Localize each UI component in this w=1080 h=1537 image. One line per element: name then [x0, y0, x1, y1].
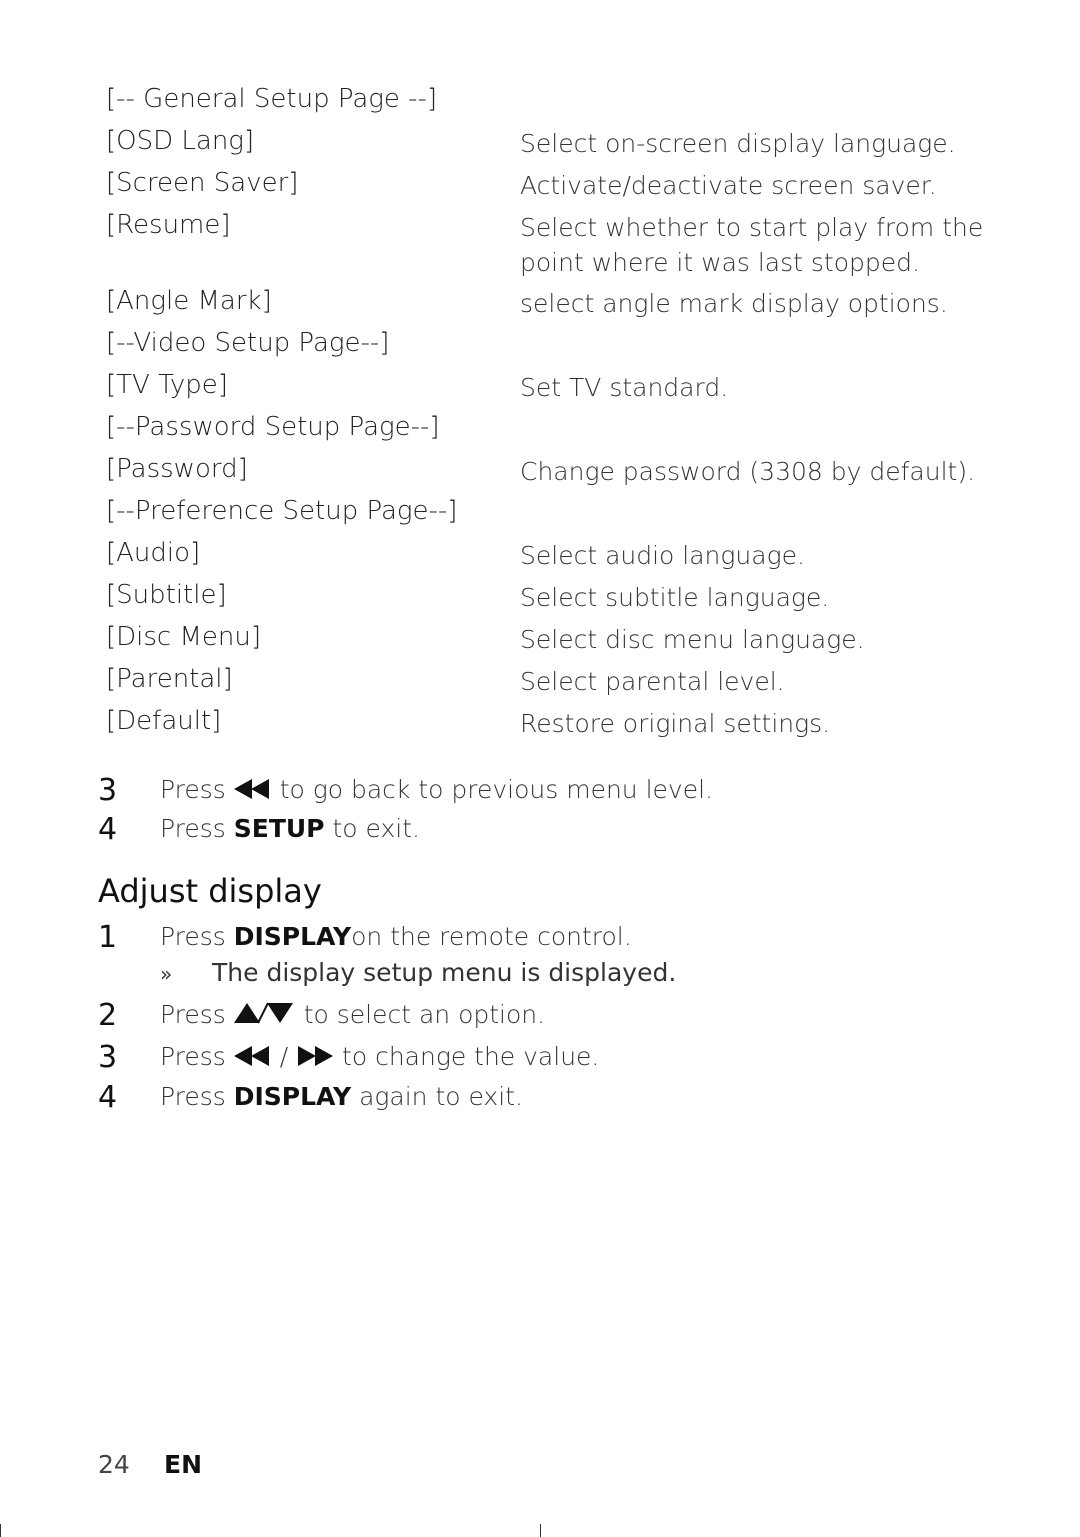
- step-number: 3: [98, 1040, 118, 1075]
- setting-term: [Password]: [106, 454, 248, 484]
- step-text: Press SETUP to exit.: [160, 814, 420, 843]
- step-number: 3: [98, 773, 118, 808]
- setting-term: [Disc Menu]: [106, 622, 262, 652]
- setting-term: [Screen Saver]: [106, 168, 299, 198]
- setting-term: [OSD Lang]: [106, 126, 255, 156]
- section-heading-video: [--Video Setup Page--]: [106, 328, 390, 358]
- setting-desc: Select on-screen display language.: [520, 129, 956, 158]
- page-footer: 24 EN: [98, 1450, 202, 1479]
- step-number: 4: [98, 812, 118, 847]
- step-item: 4 Press DISPLAY again to exit.: [98, 1080, 1078, 1120]
- step-text-post: on the remote control.: [351, 922, 632, 951]
- table-row: [--Preference Setup Page--]: [0, 496, 1080, 536]
- setting-term: [Angle Mark]: [106, 286, 272, 316]
- table-row: [OSD Lang] Select on-screen display lang…: [0, 126, 1080, 166]
- table-row: [TV Type] Set TV standard.: [0, 370, 1080, 410]
- step-text-post: to select an option.: [295, 1000, 546, 1029]
- button-name: SETUP: [233, 814, 325, 843]
- step-text: Press DISPLAYon the remote control.: [160, 922, 632, 951]
- setting-term: [Subtitle]: [106, 580, 227, 610]
- table-row: [Password] Change password (3308 by defa…: [0, 454, 1080, 494]
- setting-term: [Audio]: [106, 538, 201, 568]
- setting-desc: Activate/deactivate screen saver.: [520, 171, 937, 200]
- step-text-post: again to exit.: [351, 1082, 523, 1111]
- section-heading-preference: [--Preference Setup Page--]: [106, 496, 458, 526]
- step-text: Press / to change the value.: [160, 1042, 599, 1073]
- language-code: EN: [164, 1450, 203, 1479]
- table-row: [Default] Restore original settings.: [0, 706, 1080, 746]
- step-text-post: to go back to previous menu level.: [271, 775, 713, 804]
- setting-desc: Select disc menu language.: [520, 625, 865, 654]
- rewind-icon: [233, 1044, 272, 1073]
- table-row: [Audio] Select audio language.: [0, 538, 1080, 578]
- step-item: 3 Press / to change the value.: [98, 1040, 1078, 1080]
- step-item: 4 Press SETUP to exit.: [98, 812, 1078, 852]
- table-row: [Resume] Select whether to start play fr…: [0, 210, 1080, 277]
- table-row: [--Password Setup Page--]: [0, 412, 1080, 452]
- result-arrow-icon: »: [160, 962, 173, 986]
- step-number: 2: [98, 998, 118, 1033]
- section-heading-password: [--Password Setup Page--]: [106, 412, 440, 442]
- step-text-post: to change the value.: [334, 1042, 600, 1071]
- setting-desc: Change password (3308 by default).: [520, 457, 976, 486]
- step-text-pre: Press: [160, 814, 234, 843]
- button-name: DISPLAY: [233, 922, 352, 951]
- setting-desc: Select whether to start play from the: [520, 213, 984, 242]
- setting-term: [Parental]: [106, 664, 233, 694]
- step-text: Press DISPLAY again to exit.: [160, 1082, 523, 1111]
- step-item: 2 Press to select an option.: [98, 998, 1078, 1038]
- crop-mark: [0, 1524, 1, 1537]
- step-text-post: to exit.: [324, 814, 420, 843]
- result-text: The display setup menu is displayed.: [212, 958, 677, 987]
- table-row: [Angle Mark] select angle mark display o…: [0, 286, 1080, 326]
- section-heading-adjust-display: Adjust display: [98, 872, 322, 910]
- button-name: DISPLAY: [233, 1082, 352, 1111]
- crop-mark: [540, 1524, 541, 1537]
- step-number: 1: [98, 920, 118, 955]
- fast-forward-icon: [296, 1044, 334, 1073]
- table-row: [--Video Setup Page--]: [0, 328, 1080, 368]
- setting-desc: Set TV standard.: [520, 373, 729, 402]
- step-number: 4: [98, 1080, 118, 1115]
- step-text: Press to select an option.: [160, 1000, 545, 1031]
- page-number: 24: [98, 1450, 130, 1479]
- setting-term: [TV Type]: [106, 370, 228, 400]
- step-result: » The display setup menu is displayed.: [160, 958, 676, 987]
- step-text-pre: Press: [160, 922, 234, 951]
- step-text-pre: Press: [160, 775, 234, 804]
- setting-desc: Select parental level.: [520, 667, 785, 696]
- up-down-icon: [233, 1001, 296, 1031]
- setting-desc: Restore original settings.: [520, 709, 831, 738]
- rewind-icon: [233, 777, 272, 806]
- step-item: 1 Press DISPLAYon the remote control.: [98, 920, 1078, 960]
- step-item: 3 Press to go back to previous menu leve…: [98, 773, 1078, 813]
- setting-desc-continued: point where it was last stopped.: [520, 248, 920, 277]
- setting-term: [Resume]: [106, 210, 231, 240]
- section-heading-general: [-- General Setup Page --]: [106, 84, 438, 114]
- separator: /: [271, 1042, 297, 1071]
- step-text-pre: Press: [160, 1082, 234, 1111]
- table-row: [Parental] Select parental level.: [0, 664, 1080, 704]
- manual-page: [-- General Setup Page --] [OSD Lang] Se…: [0, 0, 1080, 1537]
- table-row: [-- General Setup Page --]: [0, 84, 1080, 124]
- table-row: [Subtitle] Select subtitle language.: [0, 580, 1080, 620]
- setting-desc: Select audio language.: [520, 541, 805, 570]
- step-text-pre: Press: [160, 1042, 234, 1071]
- setting-term: [Default]: [106, 706, 222, 736]
- step-text-pre: Press: [160, 1000, 234, 1029]
- setting-desc: Select subtitle language.: [520, 583, 830, 612]
- table-row: [Screen Saver] Activate/deactivate scree…: [0, 168, 1080, 208]
- step-text: Press to go back to previous menu level.: [160, 775, 713, 806]
- setting-desc: select angle mark display options.: [520, 289, 948, 318]
- table-row: [Disc Menu] Select disc menu language.: [0, 622, 1080, 662]
